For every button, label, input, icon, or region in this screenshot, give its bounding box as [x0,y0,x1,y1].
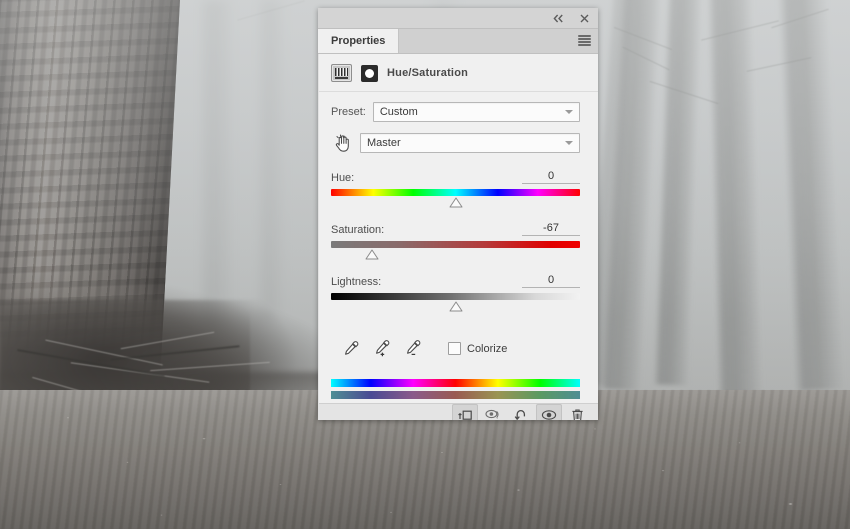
hue-slider-label: Hue: [331,172,355,184]
preset-label: Preset: [331,106,366,118]
colorize-checkbox-row[interactable]: Colorize [448,342,507,355]
clip-to-layer-button[interactable] [452,404,478,420]
on-image-adjustment-hand-icon[interactable] [331,132,353,154]
panel-menu-icon[interactable] [578,35,591,46]
preset-select[interactable]: Custom [372,102,580,122]
layer-mask-icon[interactable] [361,64,378,82]
tab-properties-label: Properties [331,35,386,47]
tab-strip-filler [399,29,598,53]
colorize-label: Colorize [467,342,508,355]
toggle-previous-state-button[interactable] [480,404,506,420]
eyedropper-icon[interactable] [343,340,360,357]
color-range-result-bar[interactable] [331,391,580,399]
channel-select-value: Master [367,137,401,149]
saturation-slider-block: Saturation: -67 [331,220,580,260]
adjustment-title: Hue/Saturation [387,67,469,79]
color-range-source-bar[interactable] [331,379,580,387]
hue-saturation-adjustment-icon[interactable] [331,64,352,82]
collapse-to-icons-button[interactable] [550,11,566,25]
chevron-down-icon [565,110,573,114]
lightness-slider-track[interactable] [331,293,580,312]
saturation-value-input[interactable]: -67 [522,222,580,236]
hue-value-input[interactable]: 0 [522,170,580,184]
panel-title-bar [318,8,598,29]
channel-row: Master [319,132,598,154]
saturation-slider-thumb[interactable] [365,249,379,260]
hue-slider-track[interactable] [331,189,580,208]
adjustment-header: Hue/Saturation [319,54,598,92]
saturation-slider-track[interactable] [331,241,580,260]
eyedropper-add-icon[interactable] [374,340,391,357]
saturation-slider-label: Saturation: [331,224,385,236]
eyedropper-tools-row: Colorize [319,324,598,357]
color-range-bars [319,357,598,403]
slider-group: Hue: 0 Saturation: -67 Lightness: 0 [319,154,598,324]
chevron-down-icon [565,141,573,145]
lightness-slider-thumb[interactable] [449,301,463,312]
channel-select[interactable]: Master [360,133,580,153]
close-panel-button[interactable] [576,11,592,25]
lightness-slider-block: Lightness: 0 [331,272,580,312]
lightness-value-input[interactable]: 0 [522,274,580,288]
reset-adjustment-button[interactable] [508,404,534,420]
panel-tab-strip: Properties [318,29,598,54]
colorize-checkbox[interactable] [448,342,461,355]
panel-footer-toolbar [319,403,598,420]
delete-adjustment-button[interactable] [564,404,590,420]
preset-row: Preset: Custom [319,102,598,122]
lightness-slider-label: Lightness: [331,276,382,288]
eyedropper-subtract-icon[interactable] [405,340,422,357]
preset-select-value: Custom [379,106,418,118]
screen: Properties Hue/Saturation Preset: Custom [0,0,850,529]
distant-tree-trunk [258,0,286,320]
properties-panel: Properties Hue/Saturation Preset: Custom [318,8,598,420]
panel-content: Hue/Saturation Preset: Custom Master Hue… [318,54,598,420]
hue-slider-block: Hue: 0 [331,168,580,208]
tab-properties[interactable]: Properties [318,29,400,53]
hue-slider-thumb[interactable] [449,197,463,208]
toggle-layer-visibility-button[interactable] [536,404,562,420]
